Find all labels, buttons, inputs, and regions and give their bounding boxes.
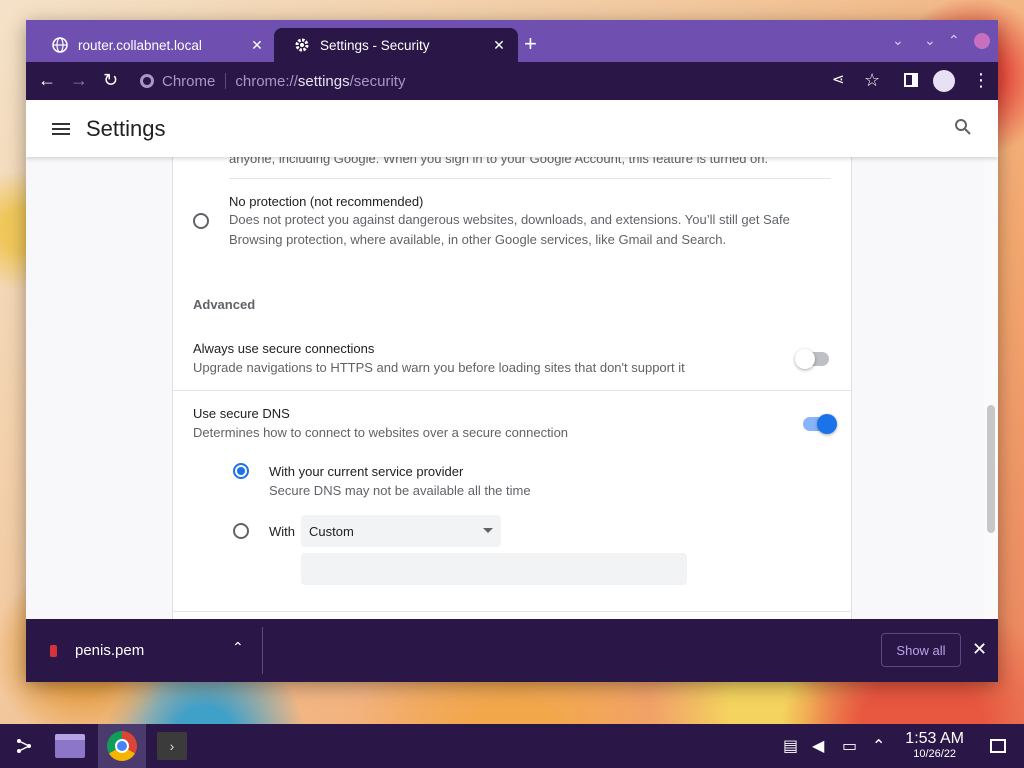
close-window-icon[interactable] — [974, 33, 990, 49]
download-file-name: penis.pem — [75, 642, 145, 659]
url-path: /security — [349, 72, 406, 90]
maximize-icon[interactable]: ⌃ — [948, 32, 960, 49]
share-icon[interactable]: ⋖ — [832, 70, 845, 88]
tab-title: router.collabnet.local — [78, 37, 202, 53]
file-icon — [50, 644, 57, 657]
globe-icon — [52, 37, 68, 53]
toggle-knob — [795, 349, 815, 369]
downloads-bar: penis.pem ⌃ Show all ✕ — [26, 619, 998, 682]
network-icon[interactable]: ▭ — [842, 736, 857, 756]
divider — [173, 611, 851, 612]
settings-background: anyone, including Google. When you sign … — [26, 151, 998, 619]
show-all-button[interactable]: Show all — [881, 633, 961, 667]
divider — [173, 390, 851, 391]
scheme-label: Chrome — [162, 72, 216, 90]
custom-provider-label: With — [269, 524, 295, 539]
current-provider-desc: Secure DNS may not be available all the … — [269, 483, 531, 498]
divider — [229, 178, 831, 179]
taskbar: › ▤ ◀ ▭ ⌃ 1:53 AM 10/26/22 — [0, 724, 1024, 768]
url-prefix: chrome:// — [235, 72, 298, 90]
no-protection-desc-2: Browsing protection, where available, in… — [229, 232, 727, 247]
bookmark-star-icon[interactable]: ☆ — [864, 70, 880, 91]
profile-avatar[interactable] — [933, 70, 955, 92]
secure-connections-desc: Upgrade navigations to HTTPS and warn yo… — [193, 360, 685, 375]
app-launcher-icon[interactable] — [0, 724, 48, 768]
url-host: settings — [297, 72, 350, 90]
hamburger-menu-icon[interactable] — [52, 120, 70, 138]
no-protection-label: No protection (not recommended) — [229, 194, 424, 209]
address-bar[interactable]: Chrome chrome://settings/security — [140, 66, 840, 96]
custom-provider-radio[interactable] — [233, 523, 249, 539]
clock[interactable]: 1:53 AM 10/26/22 — [905, 730, 964, 760]
reload-icon[interactable]: ↻ — [103, 70, 118, 91]
toggle-knob — [817, 414, 837, 434]
secure-connections-toggle[interactable] — [795, 349, 829, 369]
chrome-logo-icon — [140, 74, 154, 88]
page-content: Settings anyone, including Google. When … — [26, 100, 998, 619]
advanced-section-title: Advanced — [193, 297, 256, 312]
no-protection-desc-1: Does not protect you against dangerous w… — [229, 212, 790, 227]
dns-provider-select[interactable]: Custom — [301, 515, 501, 547]
toolbar: ← → ↻ Chrome chrome://settings/security … — [26, 62, 998, 100]
settings-header: Settings — [26, 100, 998, 157]
secure-dns-toggle[interactable] — [803, 414, 837, 434]
volume-icon[interactable]: ◀ — [812, 736, 824, 756]
tab-title: Settings - Security — [320, 37, 430, 53]
new-tab-icon[interactable]: + — [524, 32, 537, 56]
chrome-taskbar-icon[interactable] — [98, 724, 146, 768]
terminal-icon[interactable]: › — [148, 724, 196, 768]
show-desktop-icon[interactable] — [990, 739, 1006, 753]
custom-dns-input[interactable] — [301, 553, 687, 585]
minimize-icon[interactable]: ⌄ — [924, 32, 936, 49]
secure-dns-desc: Determines how to connect to websites ov… — [193, 425, 569, 440]
menu-kebab-icon[interactable]: ⋮ — [972, 70, 990, 91]
select-value: Custom — [309, 523, 354, 539]
scrollbar[interactable] — [984, 157, 998, 619]
dropdown-caret-icon — [483, 528, 493, 533]
close-tab-icon[interactable]: ✕ — [248, 37, 266, 54]
tab-settings-security[interactable]: Settings - Security ✕ — [274, 28, 518, 62]
clock-time: 1:53 AM — [905, 730, 964, 747]
no-protection-radio[interactable] — [193, 213, 209, 229]
scrollbar-thumb[interactable] — [987, 405, 995, 533]
current-provider-radio[interactable] — [233, 463, 249, 479]
tab-router[interactable]: router.collabnet.local ✕ — [32, 28, 276, 62]
side-panel-icon[interactable] — [904, 73, 918, 87]
tab-search-icon[interactable]: ⌄ — [892, 32, 904, 49]
clipboard-icon[interactable]: ▤ — [783, 736, 798, 756]
secure-connections-label: Always use secure connections — [193, 341, 375, 356]
back-icon[interactable]: ← — [38, 70, 56, 91]
secure-dns-label: Use secure DNS — [193, 406, 290, 421]
chevron-up-icon[interactable]: ⌃ — [872, 736, 885, 756]
current-provider-label: With your current service provider — [269, 464, 464, 479]
divider — [225, 73, 227, 89]
clock-date: 10/26/22 — [913, 748, 957, 760]
gear-icon — [294, 37, 310, 53]
search-icon[interactable] — [954, 118, 972, 141]
chevron-up-icon[interactable]: ⌃ — [232, 639, 244, 656]
page-title: Settings — [86, 115, 166, 141]
file-manager-icon[interactable] — [46, 724, 94, 768]
close-tab-icon[interactable]: ✕ — [490, 37, 508, 54]
forward-icon[interactable]: → — [70, 70, 88, 91]
tab-strip: router.collabnet.local ✕ Settings - Secu… — [26, 20, 998, 62]
security-card: anyone, including Google. When you sign … — [172, 151, 852, 619]
close-icon[interactable]: ✕ — [972, 639, 987, 660]
download-item[interactable]: penis.pem ⌃ — [26, 619, 262, 682]
browser-window: router.collabnet.local ✕ Settings - Secu… — [26, 20, 998, 682]
divider — [262, 627, 263, 674]
